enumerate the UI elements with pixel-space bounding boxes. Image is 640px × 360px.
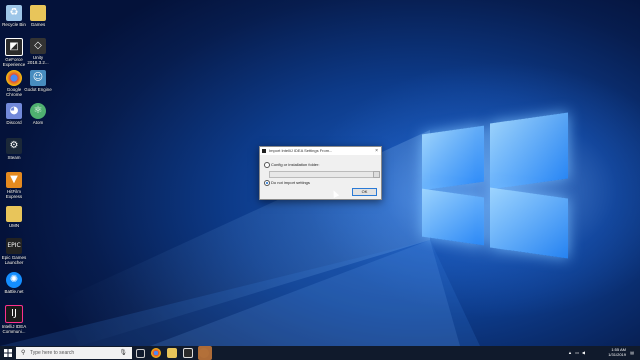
desktop: ♻ Recycle Bin Games ◩ GeForce Experience… — [0, 0, 640, 346]
desktop-icon-atom[interactable]: ⚛ Atom — [24, 103, 52, 125]
browse-button[interactable] — [373, 171, 380, 178]
search-icon: ⚲ — [21, 350, 26, 356]
windows-logo-pane-top-right — [490, 112, 568, 190]
taskbar-search-box[interactable]: ⚲ Type here to search 🎙 — [16, 347, 132, 359]
desktop-icon-umn[interactable]: UMN — [0, 206, 28, 228]
icon-label: Unity 2018.3.2... — [27, 55, 49, 65]
ok-button[interactable]: OK — [352, 188, 377, 196]
icon-label: Steam — [7, 155, 21, 160]
config-folder-label: Config or installation folder: — [271, 162, 320, 167]
do-not-import-label: Do not import settings — [271, 180, 310, 185]
icon-label: IntelliJ IDEA Communi... — [1, 324, 27, 334]
intellij-icon — [262, 149, 266, 153]
import-settings-dialog: Import IntelliJ IDEA Settings From... × … — [259, 146, 382, 200]
desktop-icon-steam[interactable]: ⚙ Steam — [0, 138, 28, 160]
notifications-icon[interactable]: ▤ — [630, 350, 634, 355]
microphone-icon[interactable]: 🎙 — [119, 349, 127, 356]
unity-icon: ◇ — [30, 38, 46, 54]
desktop-icon-hitfilm[interactable]: ▼ HitFilm Express — [0, 172, 28, 199]
atom-icon: ⚛ — [30, 103, 46, 119]
taskbar: ⚲ Type here to search 🎙 ▲ ▭ ◀ ▤ 1:55 AM … — [0, 346, 640, 360]
chrome-icon — [6, 70, 22, 86]
chevron-up-icon[interactable]: ▲ — [568, 350, 572, 355]
epic-games-icon: EPIC — [6, 238, 22, 254]
task-view-icon[interactable] — [136, 349, 145, 358]
file-explorer-icon[interactable] — [167, 348, 177, 358]
network-icon[interactable]: ▭ — [575, 350, 579, 355]
dialog-title: Import IntelliJ IDEA Settings From... — [269, 148, 333, 153]
windows-logo-pane-top-left — [422, 125, 484, 191]
do-not-import-radio[interactable] — [264, 180, 270, 186]
desktop-icon-epic-games[interactable]: EPIC Epic Games Launcher — [0, 238, 28, 265]
start-button[interactable] — [0, 346, 16, 360]
intellij-icon[interactable] — [198, 346, 212, 360]
config-path-field[interactable] — [269, 171, 375, 178]
icon-label: Battle.net — [4, 289, 24, 294]
clock-date: 1/31/2019 — [608, 352, 626, 357]
godot-icon: ☺ — [30, 70, 46, 86]
desktop-icon-unity[interactable]: ◇ Unity 2018.3.2... — [24, 38, 52, 65]
config-folder-radio[interactable] — [264, 162, 270, 168]
chrome-icon[interactable] — [151, 348, 161, 358]
icon-label: HitFilm Express — [5, 189, 23, 199]
dialog-title-bar[interactable]: Import IntelliJ IDEA Settings From... × — [260, 147, 381, 155]
icon-label: Epic Games Launcher — [1, 255, 27, 265]
taskbar-clock[interactable]: 1:55 AM 1/31/2019 — [608, 347, 626, 357]
steam-icon: ⚙ — [6, 138, 22, 154]
icon-label: Godot Engine — [24, 87, 52, 92]
hitfilm-icon: ▼ — [6, 172, 22, 188]
folder-icon — [30, 5, 46, 21]
close-icon[interactable]: × — [375, 147, 378, 155]
desktop-icon-battlenet[interactable]: ✺ Battle.net — [0, 272, 28, 294]
windows-logo-pane-bottom-left — [422, 188, 484, 246]
search-placeholder: Type here to search — [30, 350, 75, 356]
discord-icon: ◕ — [6, 103, 22, 119]
geforce-icon: ◩ — [5, 38, 23, 56]
icon-label: Games — [30, 22, 46, 27]
desktop-icon-games[interactable]: Games — [24, 5, 52, 27]
icon-label: Atom — [32, 120, 44, 125]
battlenet-icon: ✺ — [6, 272, 22, 288]
desktop-icon-godot[interactable]: ☺ Godot Engine — [24, 70, 52, 92]
windows-logo-pane-bottom-right — [490, 187, 568, 259]
recycle-bin-icon: ♻ — [6, 5, 22, 21]
intellij-icon: IJ — [5, 305, 23, 323]
icon-label: UMN — [8, 223, 20, 228]
volume-icon[interactable]: ◀ — [582, 350, 585, 355]
store-icon[interactable] — [183, 348, 193, 358]
desktop-icon-intellij[interactable]: IJ IntelliJ IDEA Communi... — [0, 305, 28, 334]
folder-icon — [6, 206, 22, 222]
